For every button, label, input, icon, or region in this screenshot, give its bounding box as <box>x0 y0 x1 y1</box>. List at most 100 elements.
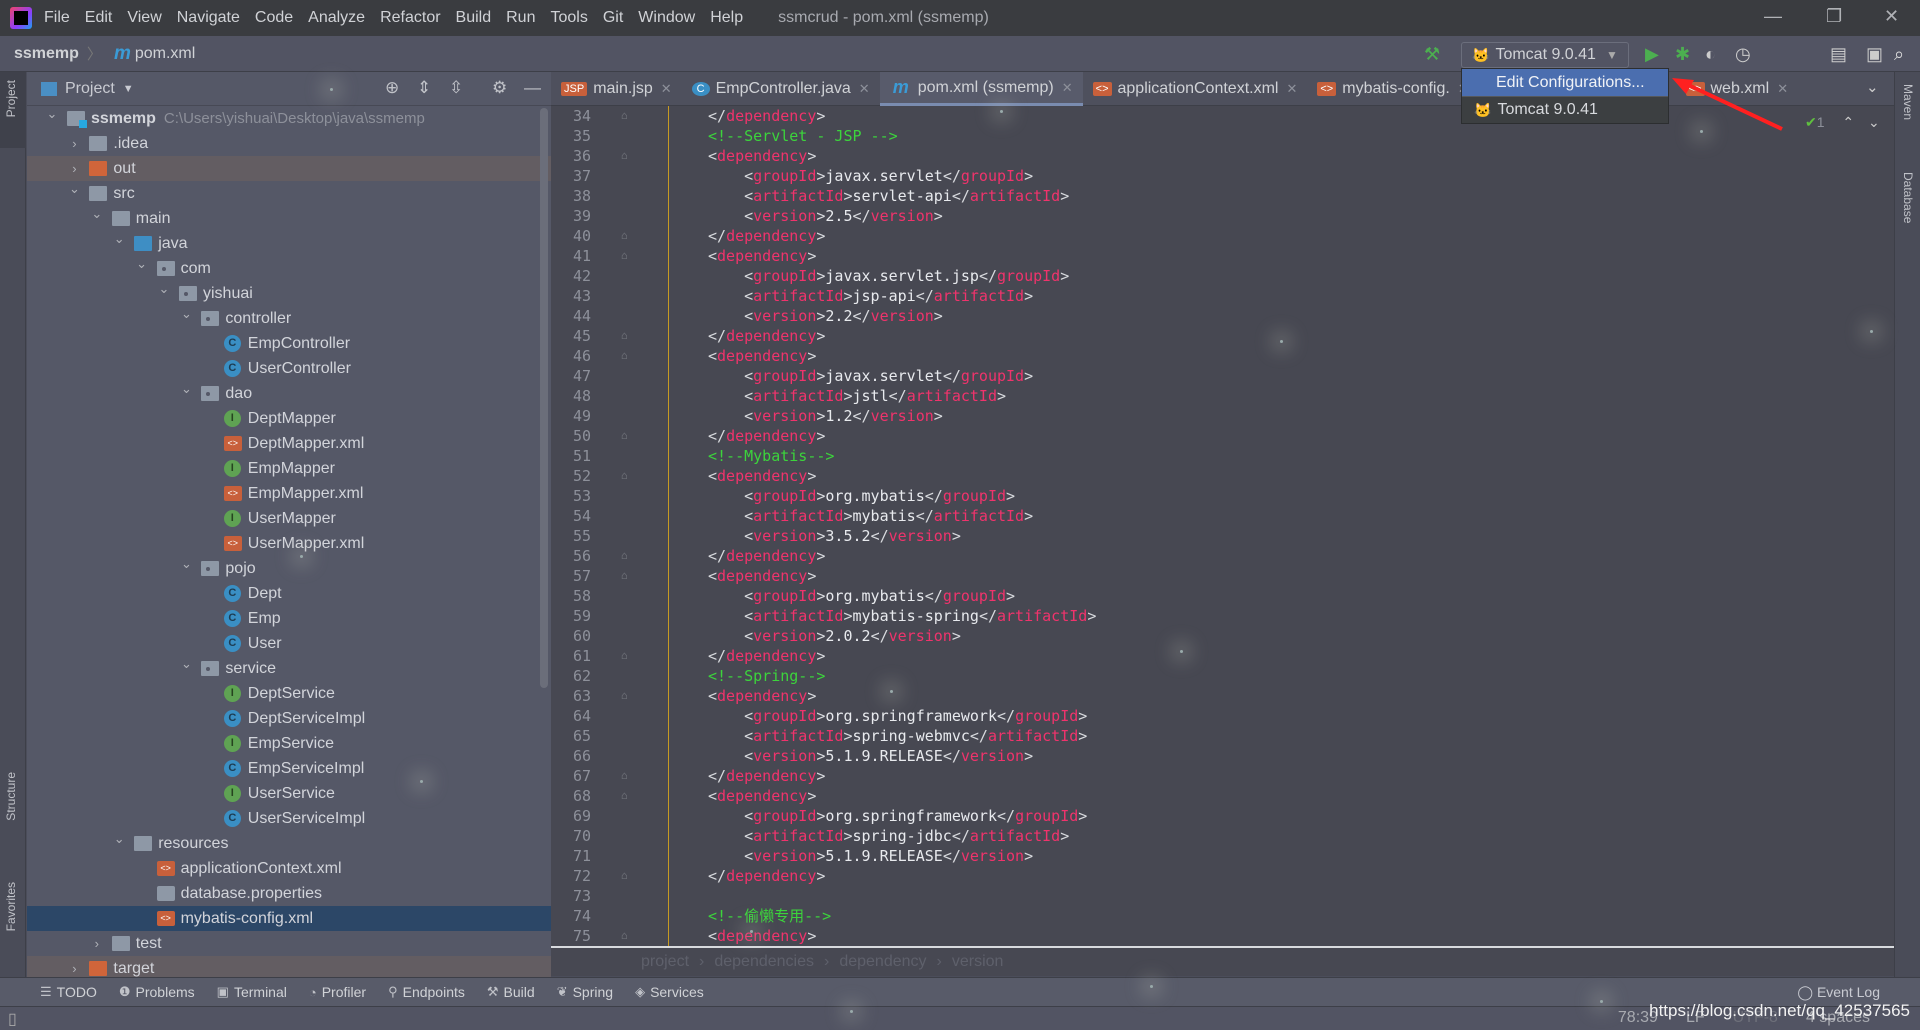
menu-code[interactable]: Code <box>255 9 293 27</box>
locate-icon[interactable]: ⊕ <box>385 78 399 98</box>
tree-item[interactable]: ⌄ ssmemp C:\Users\yishuai\Desktop\java\ssm… <box>27 106 551 131</box>
fold-start-icon[interactable]: ⌂ <box>621 146 628 166</box>
breadcrumb-dependencies[interactable]: dependencies <box>714 953 814 971</box>
close-icon[interactable]: ✕ <box>1884 6 1899 27</box>
chevron-right-icon[interactable]: › <box>67 961 81 976</box>
menu-run[interactable]: Run <box>506 9 535 27</box>
tree-item[interactable]: › test <box>27 931 551 956</box>
menu-window[interactable]: Window <box>638 9 695 27</box>
tree-item[interactable]: database.properties <box>27 881 551 906</box>
event-log-button[interactable]: ◯ Event Log <box>1797 984 1880 1001</box>
database-tool-button[interactable]: Database <box>1901 172 1915 223</box>
project-tool-button[interactable]: Project <box>4 80 18 117</box>
restore-icon[interactable]: ❐ <box>1826 6 1842 27</box>
structure-tool-button[interactable]: Structure <box>4 772 18 821</box>
chevron-down-icon[interactable]: ⌄ <box>112 231 126 247</box>
fold-end-icon[interactable]: ⌂ <box>621 546 628 566</box>
breadcrumb-version[interactable]: version <box>952 953 1004 971</box>
toolwindow-endpoints[interactable]: ⚲ Endpoints <box>388 984 465 1000</box>
tab-empcontroller-java[interactable]: C EmpController.java ✕ <box>682 72 880 106</box>
chevron-down-icon[interactable]: ⌄ <box>179 656 193 672</box>
close-tab-icon[interactable]: ✕ <box>661 81 672 97</box>
menu-analyze[interactable]: Analyze <box>308 9 365 27</box>
toolwindow-terminal[interactable]: ▣ Terminal <box>217 984 287 1000</box>
menu-help[interactable]: Help <box>710 9 743 27</box>
gear-icon[interactable]: ⚙ <box>492 78 507 98</box>
maven-tool-button[interactable]: Maven <box>1901 84 1915 120</box>
tree-item[interactable]: C Dept <box>27 581 551 606</box>
edit-configurations-item[interactable]: Edit Configurations... <box>1462 69 1668 96</box>
tree-item[interactable]: ⌄ pojo <box>27 556 551 581</box>
project-structure-icon[interactable]: ▤ <box>1830 44 1847 65</box>
tree-item[interactable]: › .idea <box>27 131 551 156</box>
tree-item[interactable]: I EmpService <box>27 731 551 756</box>
toggle-tool-windows-icon[interactable]: ▯ <box>8 1009 17 1029</box>
tree-item[interactable]: I UserMapper <box>27 506 551 531</box>
favorites-tool-button[interactable]: Favorites <box>4 882 18 931</box>
chevron-right-icon[interactable]: › <box>67 136 81 151</box>
tree-item[interactable]: › out <box>27 156 551 181</box>
chevron-down-icon[interactable]: ⌄ <box>179 381 193 397</box>
minimize-icon[interactable]: — <box>1764 6 1782 27</box>
toolwindow-todo[interactable]: ☰ TODO <box>40 984 97 1000</box>
menu-navigate[interactable]: Navigate <box>177 9 240 27</box>
toolwindow-problems[interactable]: ❶ Problems <box>119 984 195 1000</box>
tree-item[interactable]: <> applicationContext.xml <box>27 856 551 881</box>
run-configuration-select[interactable]: 🐱 Tomcat 9.0.41 ▼ <box>1461 42 1629 68</box>
inspection-widget[interactable]: ✔1 ⌃ ⌄ <box>1805 114 1880 131</box>
hide-icon[interactable]: — <box>524 78 541 98</box>
tree-item[interactable]: ⌄ java <box>27 231 551 256</box>
chevron-down-icon[interactable]: ⌄ <box>179 306 193 322</box>
chevron-down-icon[interactable]: ⌄ <box>135 256 149 272</box>
search-icon[interactable]: ⌕ <box>1894 44 1904 65</box>
menu-tools[interactable]: Tools <box>550 9 587 27</box>
close-tab-icon[interactable]: ✕ <box>1062 80 1073 96</box>
tree-item[interactable]: C Emp <box>27 606 551 631</box>
fold-start-icon[interactable]: ⌂ <box>621 246 628 266</box>
code-editor[interactable]: 34 ⌂ </dependency> 35 <!--Servlet - JSP --> 3… <box>551 106 1894 946</box>
project-scrollbar[interactable] <box>540 108 548 688</box>
tree-item[interactable]: C DeptServiceImpl <box>27 706 551 731</box>
tree-item[interactable]: C UserController <box>27 356 551 381</box>
tab-mybatis-config-[interactable]: <>mybatis-config.✕ <box>1307 72 1478 106</box>
close-tab-icon[interactable]: ✕ <box>1286 81 1297 97</box>
tree-item[interactable]: <> EmpMapper.xml <box>27 481 551 506</box>
menu-file[interactable]: File <box>44 9 70 27</box>
chevron-down-icon[interactable]: ⌄ <box>112 831 126 847</box>
tree-item[interactable]: ⌄ dao <box>27 381 551 406</box>
chevron-down-icon[interactable]: ⌄ <box>90 206 104 222</box>
fold-start-icon[interactable]: ⌂ <box>621 466 628 486</box>
menu-view[interactable]: View <box>127 9 161 27</box>
collapse-all-icon[interactable]: ⇳ <box>449 78 463 98</box>
toolwindow-build[interactable]: ⚒ Build <box>487 984 535 1000</box>
tree-item[interactable]: I EmpMapper <box>27 456 551 481</box>
chevron-down-icon[interactable]: ⌄ <box>45 106 59 122</box>
tree-item[interactable]: I UserService <box>27 781 551 806</box>
fold-start-icon[interactable]: ⌂ <box>621 786 628 806</box>
profile-icon[interactable]: ◷ <box>1735 44 1751 65</box>
tree-item[interactable]: ⌄ service <box>27 656 551 681</box>
prev-highlight-icon[interactable]: ⌃ <box>1842 114 1854 130</box>
coverage-icon[interactable]: ◐ <box>1705 44 1716 65</box>
fold-end-icon[interactable]: ⌂ <box>621 226 628 246</box>
chevron-down-icon[interactable]: ⌄ <box>67 181 81 197</box>
fold-end-icon[interactable]: ⌂ <box>621 106 628 126</box>
expand-all-icon[interactable]: ⇕ <box>417 78 431 98</box>
next-highlight-icon[interactable]: ⌄ <box>1868 114 1880 130</box>
tabs-overflow-chevron-icon[interactable]: ⌄ <box>1866 78 1879 96</box>
menu-git[interactable]: Git <box>603 9 623 27</box>
breadcrumb-project[interactable]: ssmemp <box>14 45 79 63</box>
menu-edit[interactable]: Edit <box>85 9 113 27</box>
tree-item[interactable]: <> mybatis-config.xml <box>27 906 551 931</box>
run-icon[interactable]: ▶ <box>1645 44 1659 65</box>
tree-item[interactable]: ⌄ controller <box>27 306 551 331</box>
debug-icon[interactable]: ✱ <box>1675 44 1690 65</box>
fold-end-icon[interactable]: ⌂ <box>621 766 628 786</box>
toolwindow-profiler[interactable]: ◔ Profiler <box>309 984 366 1000</box>
fold-start-icon[interactable]: ⌂ <box>621 686 628 706</box>
menu-build[interactable]: Build <box>456 9 492 27</box>
tree-item[interactable]: C User <box>27 631 551 656</box>
tree-item[interactable]: C EmpController <box>27 331 551 356</box>
chevron-right-icon[interactable]: › <box>67 161 81 176</box>
menu-refactor[interactable]: Refactor <box>380 9 440 27</box>
